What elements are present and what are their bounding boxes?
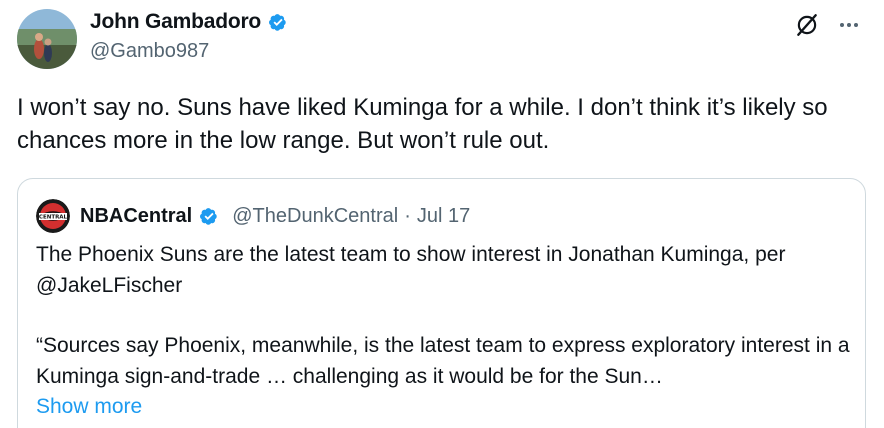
show-more-link[interactable]: Show more	[36, 392, 851, 423]
tweet: John Gambadoro @Gambo987 I won’t say no.…	[0, 0, 884, 428]
profile-photo-icon	[17, 9, 77, 69]
quoted-author-name[interactable]: NBACentral	[80, 205, 192, 228]
quoted-verified-badge-icon[interactable]	[198, 205, 220, 227]
quoted-tweet[interactable]: CENTRAL NBACentral @TheDunkCentral · Jul…	[17, 178, 866, 428]
author-display-name[interactable]: John Gambadoro	[90, 10, 261, 34]
author-name-row: John Gambadoro	[90, 9, 289, 35]
verified-badge-icon[interactable]	[267, 11, 289, 33]
quoted-tweet-body: The Phoenix Suns are the latest team to …	[36, 240, 851, 423]
tweet-text: I won’t say no. Suns have liked Kuminga …	[17, 94, 828, 154]
quoted-paragraph-2: “Sources say Phoenix, meanwhile, is the …	[36, 334, 850, 388]
quoted-separator: ·	[404, 204, 411, 227]
author-avatar[interactable]	[17, 9, 77, 69]
nba-central-logo-icon: CENTRAL	[36, 199, 70, 233]
quoted-paragraph-1: The Phoenix Suns are the latest team to …	[36, 243, 786, 297]
svg-text:CENTRAL: CENTRAL	[39, 215, 68, 221]
grok-icon[interactable]	[792, 10, 822, 40]
quoted-date[interactable]: Jul 17	[417, 205, 470, 228]
quoted-author-avatar[interactable]: CENTRAL	[36, 199, 70, 233]
tweet-actions-top	[792, 10, 864, 40]
author-handle[interactable]: @Gambo987	[90, 40, 209, 63]
quoted-tweet-header: CENTRAL NBACentral @TheDunkCentral · Jul…	[36, 199, 470, 233]
quoted-author-handle[interactable]: @TheDunkCentral	[232, 205, 398, 228]
more-icon[interactable]	[834, 10, 864, 40]
